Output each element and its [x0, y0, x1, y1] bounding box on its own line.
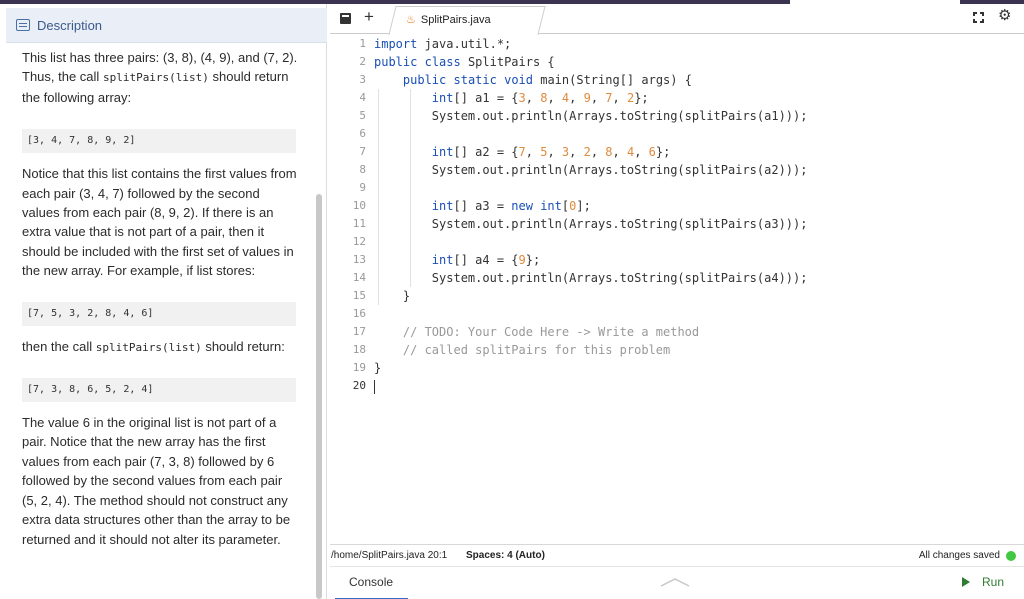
- code-line: 10 int[] a3 = new int[0];: [352, 199, 591, 213]
- code-line: 13 int[] a4 = {9};: [352, 253, 541, 267]
- new-file-icon[interactable]: [340, 13, 351, 24]
- inline-code: splitPairs(list): [102, 71, 209, 85]
- code-line: 14 System.out.println(Arrays.toString(sp…: [352, 271, 808, 285]
- code-line-active: 20: [330, 377, 1024, 395]
- chevron-up-icon[interactable]: [660, 577, 690, 587]
- editor-tab-bar: + ♨ SplitPairs.java ⚙: [330, 4, 1024, 35]
- saved-status-icon: [1006, 551, 1016, 561]
- code-line: 4 int[] a1 = {3, 8, 4, 9, 7, 2};: [359, 91, 649, 105]
- editor-pane: + ♨ SplitPairs.java ⚙ 1 import java.util.…: [330, 4, 1024, 599]
- code-line: 16: [352, 307, 366, 320]
- description-pane: Description This list has three pairs: (…: [0, 4, 327, 599]
- java-icon: ♨: [406, 14, 416, 26]
- status-file-position: /home/SplitPairs.java 20:1: [331, 550, 448, 561]
- add-tab-button[interactable]: +: [364, 7, 374, 27]
- gear-icon[interactable]: ⚙: [998, 7, 1011, 25]
- code-line: 18 // called splitPairs for this problem: [352, 343, 671, 357]
- play-icon: [961, 577, 970, 587]
- code-line: 7 int[] a2 = {7, 5, 3, 2, 8, 4, 6};: [359, 145, 671, 159]
- text-cursor: [374, 379, 375, 394]
- description-paragraph: Notice that this list contains the first…: [22, 166, 297, 279]
- code-line: 8 System.out.println(Arrays.toString(spl…: [359, 163, 808, 177]
- description-scrollbar[interactable]: [316, 194, 322, 599]
- code-sample: [7, 3, 8, 6, 5, 2, 4]: [22, 378, 296, 403]
- description-header[interactable]: Description: [6, 8, 327, 43]
- status-bar: /home/SplitPairs.java 20:1 Spaces: 4 (Au…: [330, 544, 1024, 566]
- description-body: This list has three pairs: (3, 8), (4, 9…: [22, 48, 300, 549]
- console-bar: Console Run: [330, 566, 1024, 599]
- code-line: 9: [359, 181, 366, 194]
- code-line: 2 public class SplitPairs {: [359, 55, 555, 69]
- run-button[interactable]: Run: [961, 575, 1004, 589]
- code-line: 1 import java.util.*;: [359, 37, 512, 51]
- status-saved: All changes saved: [918, 550, 1000, 561]
- code-line: 5 System.out.println(Arrays.toString(spl…: [359, 109, 808, 123]
- code-line: 6: [359, 127, 366, 140]
- status-indentation[interactable]: Spaces: 4 (Auto): [466, 550, 545, 561]
- run-label: Run: [981, 575, 1004, 589]
- inline-code: splitPairs(list): [95, 340, 202, 354]
- description-paragraph: then the call splitPairs(list) should re…: [22, 338, 285, 354]
- description-paragraph: This list has three pairs: (3, 8), (4, 9…: [22, 50, 298, 105]
- code-line: 15 }: [352, 289, 411, 303]
- code-line: 17 // TODO: Your Code Here -> Write a me…: [352, 325, 700, 339]
- description-icon: [16, 19, 30, 31]
- console-tab[interactable]: Console: [335, 567, 408, 599]
- code-line: 19}: [352, 361, 382, 375]
- code-line: 3 public static void main(String[] args)…: [359, 73, 692, 87]
- code-line: 12: [352, 235, 366, 248]
- description-paragraph: The value 6 in the original list is not …: [22, 415, 291, 547]
- description-title: Description: [37, 17, 103, 33]
- code-editor[interactable]: 1 import java.util.*; 2 public class Split…: [330, 35, 1024, 544]
- fullscreen-icon[interactable]: [973, 12, 984, 23]
- code-sample: [3, 4, 7, 8, 9, 2]: [22, 129, 296, 154]
- file-tab-label[interactable]: SplitPairs.java: [421, 14, 491, 26]
- code-line: 11 System.out.println(Arrays.toString(sp…: [352, 217, 808, 231]
- code-sample: [7, 5, 3, 2, 8, 4, 6]: [22, 301, 296, 326]
